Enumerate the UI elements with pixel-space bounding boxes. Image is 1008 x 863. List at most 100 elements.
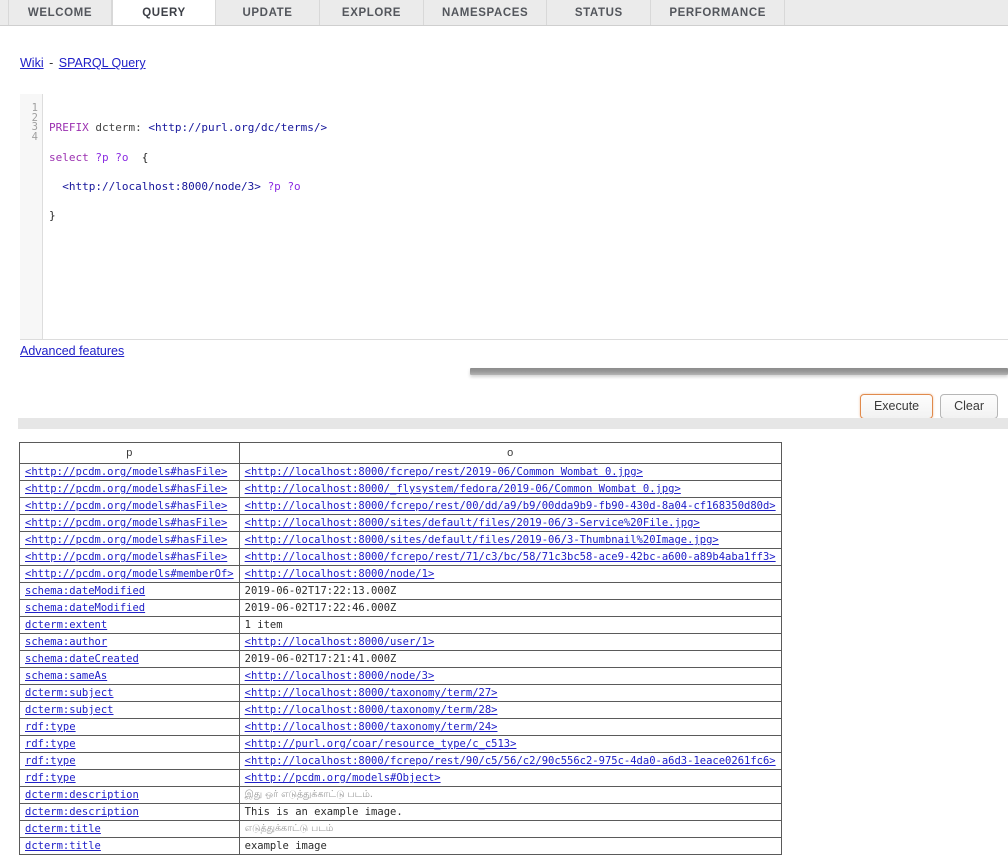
tab-explore[interactable]: EXPLORE <box>320 0 424 25</box>
sparql-variable-p: ?p <box>268 180 281 193</box>
table-row: rdf:type <http://localhost:8000/fcrepo/re… <box>20 753 782 770</box>
predicate-link[interactable]: schema:dateModified <box>25 585 145 597</box>
cell-object: example image <box>239 838 781 855</box>
tab-query[interactable]: QUERY <box>112 0 216 25</box>
predicate-link[interactable]: <http://pcdm.org/models#hasFile> <box>25 534 227 546</box>
breadcrumb-separator: - <box>47 56 55 70</box>
object-link[interactable]: <http://localhost:8000/taxonomy/term/28> <box>245 704 498 716</box>
object-link[interactable]: <http://localhost:8000/fcrepo/rest/90/c5… <box>245 755 776 767</box>
code-editor[interactable]: 1 2 3 4 PREFIX dcterm: <http://purl.org/… <box>20 94 1008 339</box>
table-row: <http://pcdm.org/models#hasFile> <http://… <box>20 464 782 481</box>
cell-object: <http://pcdm.org/models#Object> <box>239 770 781 787</box>
predicate-link[interactable]: <http://pcdm.org/models#hasFile> <box>25 500 227 512</box>
sparql-variable-p: ?p <box>95 151 108 164</box>
query-editor-panel[interactable]: 1 2 3 4 PREFIX dcterm: <http://purl.org/… <box>20 94 1008 340</box>
predicate-link[interactable]: <http://pcdm.org/models#hasFile> <box>25 551 227 563</box>
table-row: dcterm:title example image <box>20 838 782 855</box>
cell-predicate: schema:author <box>20 634 240 651</box>
tab-status[interactable]: STATUS <box>547 0 651 25</box>
object-link[interactable]: <http://localhost:8000/node/3> <box>245 670 435 682</box>
clear-button[interactable]: Clear <box>940 394 998 419</box>
predicate-link[interactable]: dcterm:description <box>25 806 139 818</box>
predicate-link[interactable]: dcterm:subject <box>25 704 114 716</box>
horizontal-scrollbar-thumb[interactable] <box>470 368 1008 375</box>
subject-uri: <http://localhost:8000/node/3> <box>62 180 261 193</box>
predicate-link[interactable]: dcterm:title <box>25 823 101 835</box>
table-row: rdf:type <http://pcdm.org/models#Object> <box>20 770 782 787</box>
cell-predicate: <http://pcdm.org/models#hasFile> <box>20 532 240 549</box>
cell-object: 1 item <box>239 617 781 634</box>
table-row: <http://pcdm.org/models#memberOf> <http:/… <box>20 566 782 583</box>
object-link[interactable]: <http://pcdm.org/models#Object> <box>245 772 441 784</box>
predicate-link[interactable]: schema:dateModified <box>25 602 145 614</box>
cell-object: <http://localhost:8000/fcrepo/rest/90/c5… <box>239 753 781 770</box>
cell-predicate: <http://pcdm.org/models#hasFile> <box>20 515 240 532</box>
column-header-o[interactable]: o <box>239 443 781 464</box>
object-link[interactable]: <http://localhost:8000/sites/default/fil… <box>245 517 700 529</box>
tab-performance[interactable]: PERFORMANCE <box>651 0 785 25</box>
column-header-p[interactable]: p <box>20 443 240 464</box>
cell-object: <http://localhost:8000/node/1> <box>239 566 781 583</box>
cell-predicate: dcterm:title <box>20 821 240 838</box>
object-link[interactable]: <http://localhost:8000/fcrepo/rest/00/dd… <box>245 500 776 512</box>
cell-object: <http://localhost:8000/sites/default/fil… <box>239 532 781 549</box>
predicate-link[interactable]: schema:sameAs <box>25 670 107 682</box>
predicate-link[interactable]: dcterm:extent <box>25 619 107 631</box>
predicate-link[interactable]: <http://pcdm.org/models#hasFile> <box>25 466 227 478</box>
predicate-link[interactable]: dcterm:subject <box>25 687 114 699</box>
tab-namespaces[interactable]: NAMESPACES <box>424 0 547 25</box>
tab-label: PERFORMANCE <box>669 7 766 19</box>
sparql-variable-o: ?o <box>115 151 128 164</box>
cell-object: <http://localhost:8000/fcrepo/rest/71/c3… <box>239 549 781 566</box>
execute-button[interactable]: Execute <box>860 394 933 419</box>
breadcrumb-link-wiki[interactable]: Wiki <box>20 56 44 70</box>
cell-predicate: rdf:type <box>20 770 240 787</box>
cell-object: <http://localhost:8000/sites/default/fil… <box>239 515 781 532</box>
object-link[interactable]: <http://localhost:8000/taxonomy/term/27> <box>245 687 498 699</box>
object-link[interactable]: <http://purl.org/coar/resource_type/c_c5… <box>245 738 517 750</box>
query-results-table: p o <http://pcdm.org/models#hasFile><htt… <box>19 442 782 855</box>
tab-label: NAMESPACES <box>442 7 528 19</box>
predicate-link[interactable]: dcterm:description <box>25 789 139 801</box>
code-line-1: PREFIX dcterm: <http://purl.org/dc/terms… <box>49 123 1008 133</box>
table-row: schema:dateModified2019-06-02T17:22:46.0… <box>20 600 782 617</box>
tab-label: WELCOME <box>28 7 92 19</box>
predicate-link[interactable]: rdf:type <box>25 738 76 750</box>
predicate-link[interactable]: dcterm:title <box>25 840 101 852</box>
table-row: schema:dateCreated2019-06-02T17:21:41.00… <box>20 651 782 668</box>
object-link[interactable]: <http://localhost:8000/user/1> <box>245 636 435 648</box>
cell-predicate: dcterm:description <box>20 804 240 821</box>
predicate-link[interactable]: schema:dateCreated <box>25 653 139 665</box>
table-row: schema:sameAs <http://localhost:8000/node… <box>20 668 782 685</box>
tab-label: STATUS <box>575 7 623 19</box>
line-number: 4 <box>20 133 38 143</box>
cell-predicate: dcterm:extent <box>20 617 240 634</box>
table-row: <http://pcdm.org/models#hasFile> <http://… <box>20 481 782 498</box>
tab-update[interactable]: UPDATE <box>216 0 320 25</box>
cell-object: <http://localhost:8000/taxonomy/term/27> <box>239 685 781 702</box>
predicate-link[interactable]: rdf:type <box>25 772 76 784</box>
cell-predicate: dcterm:subject <box>20 685 240 702</box>
predicate-link[interactable]: schema:author <box>25 636 107 648</box>
object-link[interactable]: <http://localhost:8000/fcrepo/rest/71/c3… <box>245 551 776 563</box>
table-row: dcterm:extent 1 item <box>20 617 782 634</box>
object-link[interactable]: <http://localhost:8000/node/1> <box>245 568 435 580</box>
predicate-link[interactable]: rdf:type <box>25 755 76 767</box>
object-link[interactable]: <http://localhost:8000/sites/default/fil… <box>245 534 719 546</box>
advanced-features-link[interactable]: Advanced features <box>20 344 124 358</box>
object-link[interactable]: <http://localhost:8000/_flysystem/fedora… <box>245 483 681 495</box>
tab-welcome[interactable]: WELCOME <box>8 0 112 25</box>
breadcrumb-link-sparql-query[interactable]: SPARQL Query <box>59 56 146 70</box>
object-link[interactable]: <http://localhost:8000/taxonomy/term/24> <box>245 721 498 733</box>
predicate-link[interactable]: <http://pcdm.org/models#memberOf> <box>25 568 234 580</box>
breadcrumb: Wiki - SPARQL Query <box>0 26 1008 70</box>
results-table-body: <http://pcdm.org/models#hasFile> <http://… <box>20 464 782 855</box>
object-link[interactable]: <http://localhost:8000/fcrepo/rest/2019-… <box>245 466 643 478</box>
horizontal-scrollbar-track[interactable] <box>470 368 1008 379</box>
query-text-area[interactable]: PREFIX dcterm: <http://purl.org/dc/terms… <box>43 94 1008 339</box>
predicate-link[interactable]: rdf:type <box>25 721 76 733</box>
predicate-link[interactable]: <http://pcdm.org/models#hasFile> <box>25 517 227 529</box>
tab-label: EXPLORE <box>342 7 401 19</box>
cell-predicate: schema:dateCreated <box>20 651 240 668</box>
predicate-link[interactable]: <http://pcdm.org/models#hasFile> <box>25 483 227 495</box>
